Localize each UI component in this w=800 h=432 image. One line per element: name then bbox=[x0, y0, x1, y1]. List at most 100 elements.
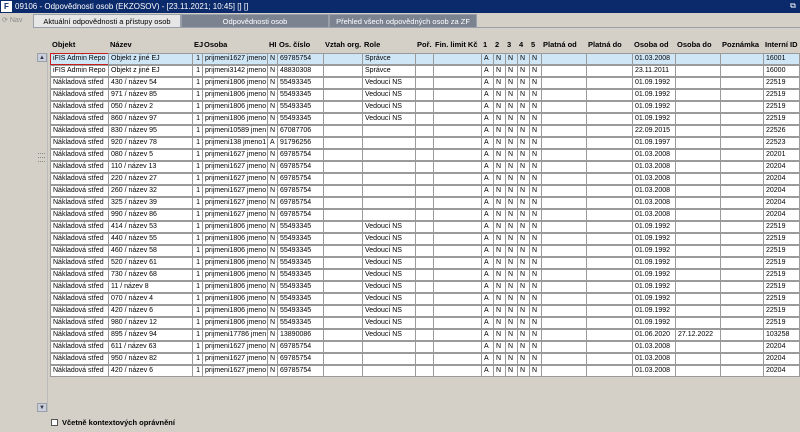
column-header-osdo[interactable]: Osoba do bbox=[677, 40, 712, 51]
cell-por[interactable] bbox=[415, 53, 434, 65]
cell-platdo[interactable] bbox=[586, 197, 633, 209]
cell-oscislo[interactable]: 91796256 bbox=[277, 137, 324, 149]
cell-platdo[interactable] bbox=[586, 233, 633, 245]
cell-limit[interactable] bbox=[433, 185, 482, 197]
cell-nazev[interactable]: 730 / název 68 bbox=[108, 269, 193, 281]
cell-osoba[interactable]: prijmeni1806 jmeno bbox=[202, 101, 268, 113]
cell-limit[interactable] bbox=[433, 365, 482, 377]
cell-limit[interactable] bbox=[433, 77, 482, 89]
cell-limit[interactable] bbox=[433, 281, 482, 293]
cell-pozn[interactable] bbox=[720, 197, 764, 209]
cell-platod[interactable] bbox=[541, 293, 587, 305]
table-row[interactable]: Nákladová střed 990 / název 86 1 prijmeni16… bbox=[50, 209, 800, 221]
cell-role[interactable] bbox=[362, 209, 416, 221]
cell-osoba[interactable]: prijmeni1627 jmeno bbox=[202, 173, 268, 185]
cell-vztah[interactable] bbox=[323, 125, 363, 137]
cell-limit[interactable] bbox=[433, 341, 482, 353]
cell-role[interactable]: Vedoucí NS bbox=[362, 269, 416, 281]
cell-nazev[interactable]: 971 / název 85 bbox=[108, 89, 193, 101]
cell-pozn[interactable] bbox=[720, 113, 764, 125]
cell-pozn[interactable] bbox=[720, 221, 764, 233]
cell-id[interactable]: 20204 bbox=[763, 365, 800, 377]
cell-oscislo[interactable]: 55493345 bbox=[277, 77, 324, 89]
column-header-objekt[interactable]: Objekt bbox=[52, 40, 75, 51]
cell-objekt[interactable]: Nákladová střed bbox=[50, 101, 109, 113]
cell-platdo[interactable] bbox=[586, 89, 633, 101]
tab-prehled-odpovednych-osob[interactable]: Přehled všech odpovědných osob za ZF bbox=[329, 14, 477, 27]
cell-oscislo[interactable]: 55493345 bbox=[277, 305, 324, 317]
cell-role[interactable]: Vedoucí NS bbox=[362, 257, 416, 269]
cell-oscislo[interactable]: 69785754 bbox=[277, 173, 324, 185]
table-row[interactable]: Nákladová střed 110 / název 13 1 prijmeni16… bbox=[50, 161, 800, 173]
cell-platod[interactable] bbox=[541, 161, 587, 173]
cell-vztah[interactable] bbox=[323, 329, 363, 341]
column-header-role[interactable]: Role bbox=[364, 40, 380, 51]
cell-platod[interactable] bbox=[541, 221, 587, 233]
cell-pozn[interactable] bbox=[720, 125, 764, 137]
cell-role[interactable] bbox=[362, 341, 416, 353]
cell-limit[interactable] bbox=[433, 113, 482, 125]
table-row[interactable]: Nákladová střed 414 / název 53 1 prijmeni18… bbox=[50, 221, 800, 233]
cell-platod[interactable] bbox=[541, 185, 587, 197]
cell-osod[interactable]: 01.03.2008 bbox=[632, 197, 676, 209]
cell-role[interactable] bbox=[362, 125, 416, 137]
table-row[interactable]: Nákladová střed 080 / název 5 1 prijmeni162… bbox=[50, 149, 800, 161]
column-header-c2[interactable]: 2 bbox=[495, 40, 499, 51]
cell-platod[interactable] bbox=[541, 209, 587, 221]
cell-osdo[interactable] bbox=[675, 101, 721, 113]
column-header-c5[interactable]: 5 bbox=[531, 40, 535, 51]
cell-platod[interactable] bbox=[541, 173, 587, 185]
cell-oscislo[interactable]: 69785754 bbox=[277, 365, 324, 377]
cell-nazev[interactable]: 990 / název 86 bbox=[108, 209, 193, 221]
cell-platdo[interactable] bbox=[586, 257, 633, 269]
cell-osdo[interactable] bbox=[675, 269, 721, 281]
cell-platod[interactable] bbox=[541, 257, 587, 269]
cell-por[interactable] bbox=[415, 209, 434, 221]
cell-oscislo[interactable]: 55493345 bbox=[277, 101, 324, 113]
table-row[interactable]: Nákladová střed 920 / název 78 1 prijmeni13… bbox=[50, 137, 800, 149]
column-header-osod[interactable]: Osoba od bbox=[634, 40, 669, 51]
table-row[interactable]: Nákladová střed 440 / název 55 1 prijmeni18… bbox=[50, 233, 800, 245]
cell-objekt[interactable]: Nákladová střed bbox=[50, 329, 109, 341]
cell-osod[interactable]: 01.09.1992 bbox=[632, 233, 676, 245]
cell-limit[interactable] bbox=[433, 137, 482, 149]
cell-id[interactable]: 20204 bbox=[763, 185, 800, 197]
cell-role[interactable] bbox=[362, 161, 416, 173]
cell-platdo[interactable] bbox=[586, 161, 633, 173]
cell-osdo[interactable] bbox=[675, 65, 721, 77]
cell-oscislo[interactable]: 55493345 bbox=[277, 233, 324, 245]
cell-role[interactable] bbox=[362, 173, 416, 185]
cell-platdo[interactable] bbox=[586, 65, 633, 77]
cell-objekt[interactable]: Nákladová střed bbox=[50, 209, 109, 221]
cell-platdo[interactable] bbox=[586, 101, 633, 113]
cell-nazev[interactable]: 050 / název 2 bbox=[108, 101, 193, 113]
cell-platod[interactable] bbox=[541, 365, 587, 377]
cell-oscislo[interactable]: 55493345 bbox=[277, 293, 324, 305]
cell-osoba[interactable]: prijmeni1806 jmeno bbox=[202, 281, 268, 293]
cell-nazev[interactable]: 920 / název 78 bbox=[108, 137, 193, 149]
cell-osoba[interactable]: prijmeni1806 jmeno bbox=[202, 317, 268, 329]
cell-nazev[interactable]: 325 / název 39 bbox=[108, 197, 193, 209]
cell-platdo[interactable] bbox=[586, 245, 633, 257]
table-row[interactable]: Nákladová střed 325 / název 39 1 prijmeni16… bbox=[50, 197, 800, 209]
column-header-platod[interactable]: Platná od bbox=[543, 40, 577, 51]
cell-oscislo[interactable]: 55493345 bbox=[277, 89, 324, 101]
cell-objekt[interactable]: Nákladová střed bbox=[50, 173, 109, 185]
nav-toggle[interactable]: ⟳ Nav bbox=[2, 16, 22, 25]
cell-limit[interactable] bbox=[433, 269, 482, 281]
cell-por[interactable] bbox=[415, 197, 434, 209]
cell-platdo[interactable] bbox=[586, 353, 633, 365]
cell-nazev[interactable]: 980 / název 12 bbox=[108, 317, 193, 329]
cell-por[interactable] bbox=[415, 65, 434, 77]
cell-objekt[interactable]: Nákladová střed bbox=[50, 341, 109, 353]
cell-por[interactable] bbox=[415, 113, 434, 125]
cell-pozn[interactable] bbox=[720, 161, 764, 173]
cell-osoba[interactable]: prijmeni1806 jmeno bbox=[202, 257, 268, 269]
cell-osoba[interactable]: prijmeni17786 jmen bbox=[202, 329, 268, 341]
cell-pozn[interactable] bbox=[720, 101, 764, 113]
cell-limit[interactable] bbox=[433, 293, 482, 305]
cell-id[interactable]: 22519 bbox=[763, 245, 800, 257]
cell-limit[interactable] bbox=[433, 101, 482, 113]
cell-platod[interactable] bbox=[541, 89, 587, 101]
cell-limit[interactable] bbox=[433, 329, 482, 341]
